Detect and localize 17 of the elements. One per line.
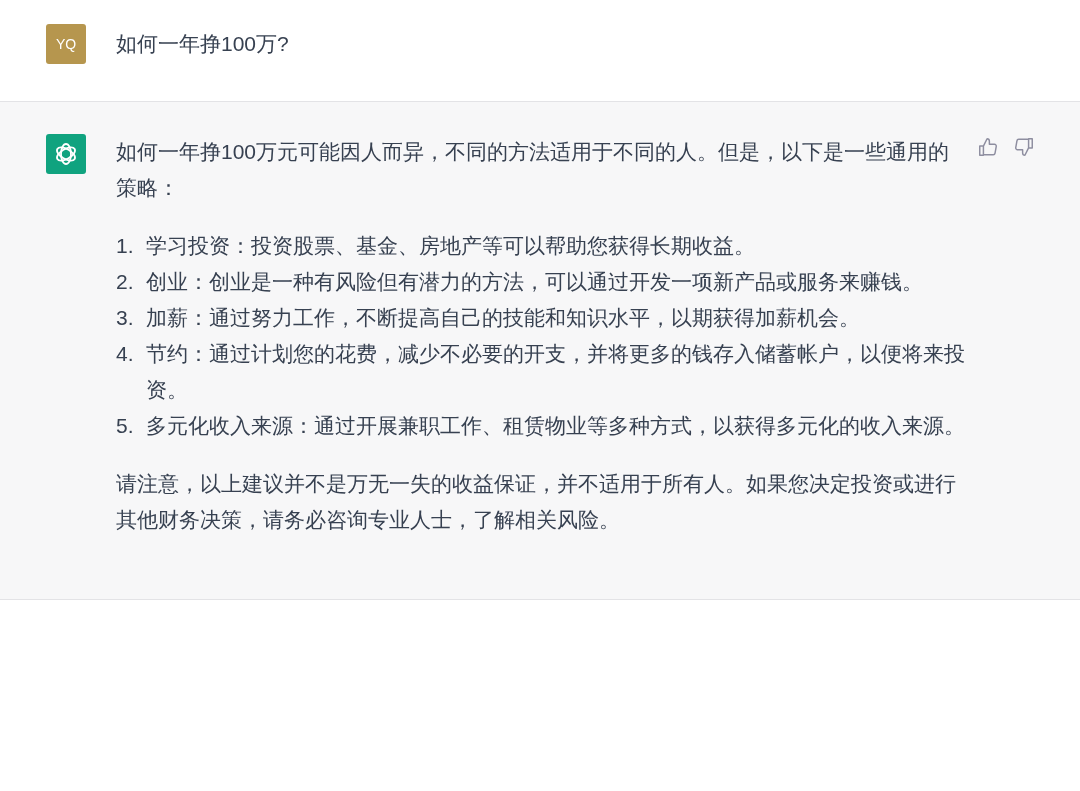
question-text: 如何一年挣100万?: [116, 31, 290, 57]
list-number: 3.: [116, 305, 135, 331]
thumbs-down-icon[interactable]: [1012, 136, 1035, 158]
answer-intro: 如何一年挣100万元可能因人而异，不同的方法适用于不同的人。但是，以下是一些通用的策略：: [116, 139, 951, 201]
thumbs-up-icon[interactable]: [976, 136, 999, 158]
list-number: 4.: [116, 341, 135, 367]
list-number: 2.: [116, 269, 135, 295]
answer-note: 请注意，以上建议并不是万无一失的收益保证，并不适用于所有人。如果您决定投资或进行其他财务决策，请务必咨询专业人士，了解相关风险。: [116, 471, 957, 533]
list-item-text: 创业：创业是一种有风险但有潜力的方法，可以通过开发一项新产品或服务来赚钱。: [146, 269, 924, 295]
user-avatar: YQ: [46, 24, 86, 64]
list-number: 5.: [116, 413, 135, 439]
list-item-text: 学习投资：投资股票、基金、房地产等可以帮助您获得长期收益。: [146, 233, 756, 259]
list-item-text: 多元化收入来源：通过开展兼职工作、租赁物业等多种方式，以获得多元化的收入来源。: [146, 413, 966, 439]
assistant-logo-icon: [46, 134, 86, 174]
list-item-text: 节约：通过计划您的花费，减少不必要的开支，并将更多的钱存入储蓄帐户，以便将来投资。: [146, 341, 966, 403]
list-number: 1.: [116, 233, 135, 259]
list-item-text: 加薪：通过努力工作，不断提高自己的技能和知识水平，以期获得加薪机会。: [146, 305, 861, 331]
